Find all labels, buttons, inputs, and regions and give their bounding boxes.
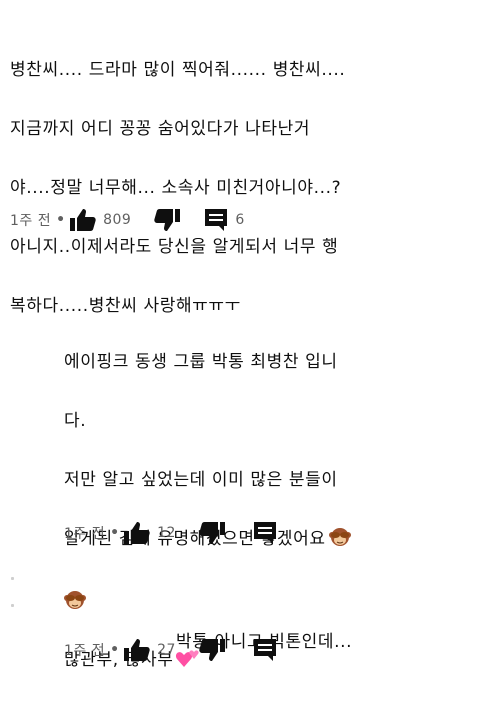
see-no-evil-monkey-icon <box>64 589 86 622</box>
separator-dot: • <box>110 642 120 658</box>
thumb-down-icon[interactable] <box>198 638 226 662</box>
reply-count: 6 <box>235 212 245 228</box>
divider-speck <box>11 577 14 580</box>
comment-line: 야....정말 너무해... 소속사 미친거아니야...? <box>10 177 342 198</box>
see-no-evil-monkey-icon <box>328 526 351 559</box>
thumb-up-icon[interactable] <box>123 521 151 545</box>
separator-dot: • <box>110 525 120 541</box>
comment-line: 복하다.....병찬씨 사랑해ㅠㅠㅜ <box>10 295 241 316</box>
thumb-up-icon[interactable] <box>69 208 97 232</box>
reply-actions: 1주 전 • 12 <box>64 519 278 547</box>
comment-1: 병찬씨.... 드라마 많이 찍어줘...... 병찬씨.... 지금까지 어디… <box>10 26 345 351</box>
comment-actions: 1주 전 • 809 6 <box>10 206 245 234</box>
comment-icon[interactable] <box>252 638 278 662</box>
comment-line: 지금까지 어디 꽁꽁 숨어있다가 나타난거 <box>10 118 311 139</box>
comment-line: 다. <box>64 410 87 431</box>
divider-speck <box>11 604 14 607</box>
comment-line: 병찬씨.... 드라마 많이 찍어줘...... 병찬씨.... <box>10 59 346 80</box>
timestamp: 1주 전 <box>64 643 106 659</box>
thumb-down-icon[interactable] <box>153 208 181 232</box>
timestamp: 1주 전 <box>64 526 106 542</box>
reply-actions: 1주 전 • 27 <box>64 638 278 662</box>
comment-icon[interactable] <box>203 208 229 232</box>
comment-line: 아니지..이제서라도 당신을 알게되서 너무 행 <box>10 236 339 257</box>
comment-text: 병찬씨.... 드라마 많이 찍어줘...... 병찬씨.... 지금까지 어디… <box>10 26 345 351</box>
thumb-down-icon[interactable] <box>198 521 226 545</box>
separator-dot: • <box>56 212 66 228</box>
timestamp: 1주 전 <box>10 213 52 229</box>
like-count: 809 <box>103 212 132 228</box>
like-count: 12 <box>157 525 176 541</box>
thumb-up-icon[interactable] <box>123 638 151 662</box>
comment-icon[interactable] <box>252 521 278 545</box>
comment-line: 저만 알고 싶었는데 이미 많은 분들이 <box>64 469 338 490</box>
like-count: 27 <box>157 642 176 658</box>
comment-line: 에이핑크 동생 그룹 박통 최병찬 입니 <box>64 351 338 372</box>
